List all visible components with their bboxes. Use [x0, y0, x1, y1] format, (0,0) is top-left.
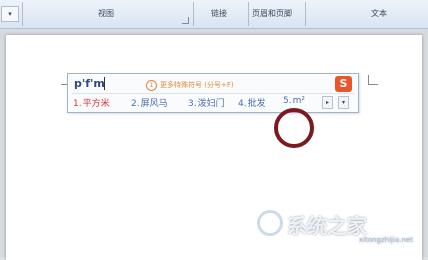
margin-corner-mark [368, 75, 378, 85]
watermark-logo-icon [257, 210, 283, 236]
dialog-launcher-icon[interactable] [182, 17, 189, 24]
ribbon-group-label: 视图 [98, 9, 114, 18]
watermark-text: 系统之家 [287, 214, 367, 238]
watermark-url: xitongzhijia.net [359, 236, 413, 244]
ime-composition-text: p'f'm [74, 77, 105, 90]
sogou-logo-icon[interactable]: S [335, 76, 352, 92]
ribbon-group-label: 文本 [371, 9, 387, 18]
info-icon: 1 [146, 80, 157, 91]
ribbon-group-label: 页眉和页脚 [252, 9, 292, 18]
highlight-circle-annotation [274, 108, 314, 148]
ime-candidate[interactable]: 3.泼妇门 [188, 96, 225, 109]
ribbon-group-view[interactable]: 视图 [22, 0, 192, 28]
ime-candidate[interactable]: 4.批发 [238, 96, 266, 109]
ribbon-group-label: 链接 [211, 9, 227, 18]
watermark: 系统之家 xitongzhijia.net [257, 206, 425, 252]
ime-caret [104, 77, 105, 90]
ribbon-group-text[interactable]: 文本 [305, 0, 428, 28]
ime-candidate[interactable]: 1.平方米 [73, 96, 110, 109]
ribbon-group-header-footer[interactable]: 页眉和页脚 [248, 0, 305, 28]
ribbon-group-links[interactable]: 链接 [193, 0, 248, 28]
ime-divider [72, 93, 354, 94]
ribbon: ▾ 视图 链接 页眉和页脚 文本 [0, 0, 428, 29]
ime-menu-icon[interactable]: ▾ [338, 96, 349, 109]
ime-candidate-square-meter[interactable]: 5.m² [283, 96, 305, 106]
ime-candidate-window: p'f'm 1 更多特殊符号 (分号+F) S 1.平方米 2.屏风马 3.泼妇… [67, 73, 359, 113]
ime-candidate[interactable]: 2.屏风马 [131, 96, 168, 109]
ime-hint-text[interactable]: 更多特殊符号 (分号+F) [160, 80, 234, 90]
next-page-icon[interactable]: ▸ [322, 96, 333, 109]
dropdown-arrow-icon[interactable]: ▾ [1, 6, 19, 22]
